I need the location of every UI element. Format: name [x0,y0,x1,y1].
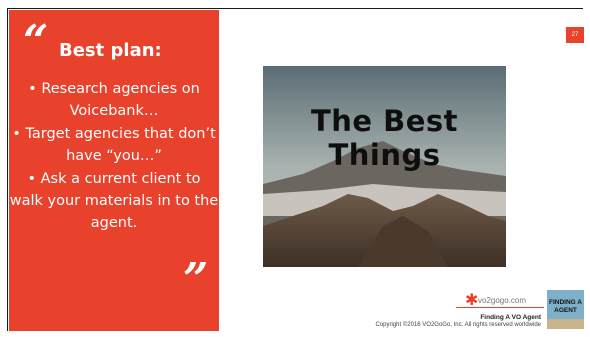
logo-line-2: AGENT [554,307,577,314]
footer-copyright: Copyright ©2016 VO2GoGo, Inc. All rights… [375,322,542,328]
quote-panel: “ Best plan: • Research agencies on Voic… [9,10,219,331]
plan-title: Best plan: [59,40,162,61]
brand-name: vo2gogo.com [478,296,527,305]
bullet-item: • Ask a current client to walk your mate… [9,171,219,231]
bullet-list: • Research agencies on Voicebank… • Targ… [9,78,219,235]
finding-agent-logo: FINDING A AGENT [547,290,584,329]
mountain-photo: The Best Things [263,66,506,267]
brand-star-icon: ✱ [465,292,479,309]
photo-caption: The Best Things [310,104,459,172]
page-number-badge: 27 [566,27,584,43]
logo-line-1: FINDING A [549,299,582,306]
logo-ground [547,319,584,329]
footer-divider [456,307,544,308]
slide: “ Best plan: • Research agencies on Voic… [7,8,584,331]
close-quote-mark: ” [183,254,209,305]
footer-title: Finding A VO Agent [480,314,541,321]
bullet-item: • Target agencies that don’t have “you…” [12,126,216,164]
open-quote-mark: “ [23,16,49,67]
bullet-item: • Research agencies on Voicebank… [28,81,200,119]
